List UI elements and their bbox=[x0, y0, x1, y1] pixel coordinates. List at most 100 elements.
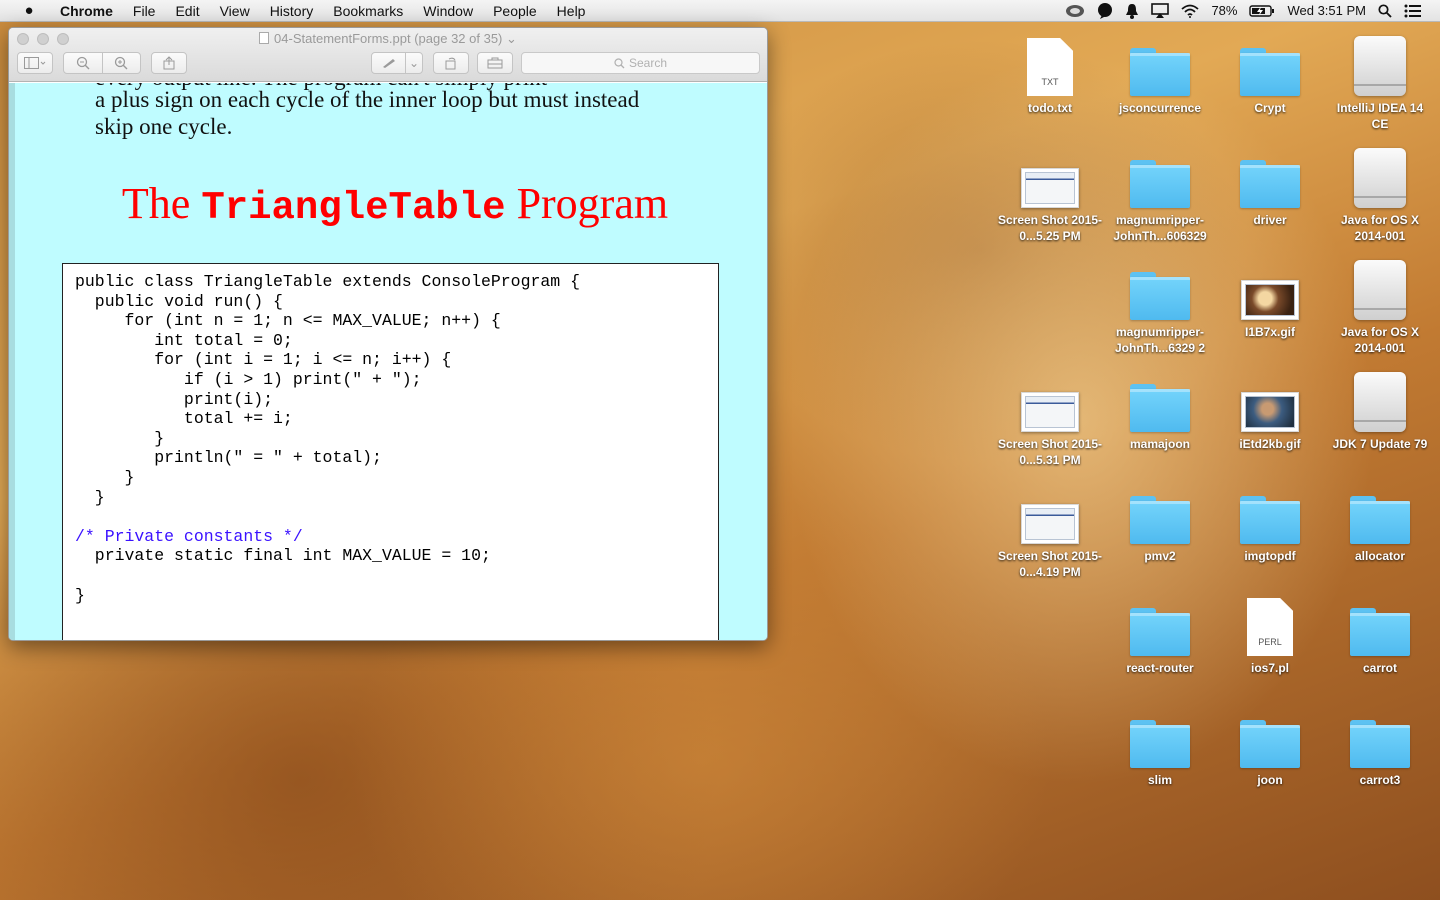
desktop-icon[interactable]: carrot bbox=[1327, 588, 1433, 676]
rotate-icon bbox=[445, 57, 456, 70]
pen-icon bbox=[372, 57, 405, 69]
menu-history[interactable]: History bbox=[260, 0, 324, 22]
desktop-icon[interactable]: Screen Shot 2015-0...4.19 PM bbox=[997, 476, 1103, 580]
code-line: } bbox=[75, 467, 135, 487]
creative-cloud-icon[interactable] bbox=[1059, 0, 1091, 22]
airplay-display-icon[interactable] bbox=[1145, 0, 1175, 22]
code-listing: public class TriangleTable extends Conso… bbox=[75, 272, 580, 605]
desktop-icon[interactable]: jsconcurrence bbox=[1107, 28, 1213, 116]
desktop-icon[interactable]: react-router bbox=[1107, 588, 1213, 676]
zoom-out-icon[interactable] bbox=[64, 56, 102, 70]
notifications-bell-icon[interactable] bbox=[1119, 0, 1145, 22]
folder-icon bbox=[1107, 140, 1213, 208]
sidebar-icon bbox=[24, 57, 46, 69]
slide-body-text: every output line. The program can't sim… bbox=[95, 83, 735, 140]
code-line: private static final int MAX_VALUE = 10; bbox=[75, 546, 491, 566]
desktop-icon-label: Crypt bbox=[1254, 101, 1286, 115]
desktop-icon[interactable]: joon bbox=[1217, 700, 1323, 788]
search-icon bbox=[614, 57, 625, 68]
desktop-icon[interactable]: Screen Shot 2015-0...5.25 PM bbox=[997, 140, 1103, 244]
desktop-icon-label: joon bbox=[1257, 773, 1283, 787]
code-line: for (int i = 1; i <= n; i++) { bbox=[75, 350, 452, 370]
code-line: total += i; bbox=[75, 409, 293, 429]
battery-charging-icon[interactable] bbox=[1243, 0, 1281, 22]
desktop-icon[interactable]: magnumripper-JohnTh...6329 2 bbox=[1107, 252, 1213, 356]
desktop-icon[interactable]: Java for OS X 2014-001 bbox=[1327, 140, 1433, 244]
desktop-icon[interactable]: Java for OS X 2014-001 bbox=[1327, 252, 1433, 356]
desktop-icon[interactable]: PERL ios7.pl bbox=[1217, 588, 1323, 676]
desktop-icon[interactable]: slim bbox=[1107, 700, 1213, 788]
wifi-icon[interactable] bbox=[1175, 0, 1205, 22]
screenshot-icon bbox=[997, 140, 1103, 208]
spotlight-search-icon[interactable] bbox=[1372, 0, 1398, 22]
window-titlebar[interactable]: 04-StatementForms.ppt (page 32 of 35) ⌄ bbox=[9, 28, 767, 82]
share-button[interactable] bbox=[151, 52, 187, 74]
menu-file[interactable]: File bbox=[123, 0, 166, 22]
desktop-icon-label: Screen Shot 2015-0...5.31 PM bbox=[997, 437, 1103, 467]
markup-button[interactable]: ⌄ bbox=[371, 52, 423, 74]
slide-heading-prefix: The bbox=[121, 179, 202, 228]
menu-app-chrome[interactable]: Chrome bbox=[50, 0, 123, 22]
toolbox-button[interactable] bbox=[477, 52, 513, 74]
menu-help[interactable]: Help bbox=[547, 0, 596, 22]
search-field[interactable]: Search bbox=[521, 52, 760, 74]
chevron-down-icon[interactable]: ⌄ bbox=[406, 56, 422, 70]
desktop-icon[interactable]: iEtd2kb.gif bbox=[1217, 364, 1323, 452]
menu-bar: ● Chrome File Edit View History Bookmark… bbox=[0, 0, 1440, 22]
slide-text-line-2: skip one cycle. bbox=[95, 114, 233, 139]
desktop-icon-label: ios7.pl bbox=[1250, 661, 1289, 675]
desktop-icon[interactable]: carrot3 bbox=[1327, 700, 1433, 788]
folder-icon bbox=[1107, 364, 1213, 432]
desktop-icon[interactable]: TXT todo.txt bbox=[997, 28, 1103, 116]
toolbox-icon bbox=[487, 57, 503, 69]
desktop-icon[interactable]: Screen Shot 2015-0...5.31 PM bbox=[997, 364, 1103, 468]
desktop-icon[interactable]: magnumripper-JohnTh...606329 bbox=[1107, 140, 1213, 244]
desktop-icon[interactable]: IntelliJ IDEA 14 CE bbox=[1327, 28, 1433, 132]
rotate-button[interactable] bbox=[433, 52, 469, 74]
messages-bubble-icon[interactable] bbox=[1091, 0, 1119, 22]
desktop-icon-label: allocator bbox=[1354, 549, 1405, 563]
folder-icon bbox=[1327, 588, 1433, 656]
desktop-icon[interactable]: JDK 7 Update 79 bbox=[1327, 364, 1433, 452]
desktop-icon[interactable]: mamajoon bbox=[1107, 364, 1213, 452]
toolbar: ⌄ Search bbox=[9, 52, 767, 76]
desktop-icon-label: slim bbox=[1147, 773, 1172, 787]
menu-bookmarks[interactable]: Bookmarks bbox=[323, 0, 413, 22]
notification-center-icon[interactable] bbox=[1398, 0, 1428, 22]
menu-window[interactable]: Window bbox=[413, 0, 483, 22]
code-line: public void run() { bbox=[75, 291, 283, 311]
desktop-icon[interactable]: I1B7x.gif bbox=[1217, 252, 1323, 340]
desktop-icon-label: I1B7x.gif bbox=[1244, 325, 1295, 339]
screenshot-icon bbox=[997, 476, 1103, 544]
desktop-icon-label: IntelliJ IDEA 14 CE bbox=[1336, 101, 1424, 131]
clock[interactable]: Wed 3:51 PM bbox=[1281, 0, 1372, 22]
perl-file-icon: PERL bbox=[1217, 588, 1323, 656]
code-comment: /* Private constants */ bbox=[75, 526, 303, 546]
code-line: public class TriangleTable extends Conso… bbox=[75, 272, 580, 291]
slide-heading: The TriangleTable Program bbox=[15, 178, 767, 230]
slide-page: every output line. The program can't sim… bbox=[9, 83, 767, 640]
folder-icon bbox=[1107, 252, 1213, 320]
desktop-icon-label: Screen Shot 2015-0...5.25 PM bbox=[997, 213, 1103, 243]
menu-people[interactable]: People bbox=[483, 0, 547, 22]
slide-text-cut-line: every output line. The program can't sim… bbox=[95, 83, 547, 91]
menu-edit[interactable]: Edit bbox=[165, 0, 209, 22]
sidebar-toggle-button[interactable] bbox=[17, 52, 53, 74]
desktop-icon-label: magnumripper-JohnTh...606329 bbox=[1113, 213, 1207, 243]
desktop-icon-label: magnumripper-JohnTh...6329 2 bbox=[1114, 325, 1206, 355]
disk-image-icon bbox=[1327, 28, 1433, 96]
folder-icon bbox=[1107, 700, 1213, 768]
title-chevron-icon[interactable]: ⌄ bbox=[506, 31, 517, 46]
desktop-icon-label: mamajoon bbox=[1129, 437, 1190, 451]
desktop-icon[interactable]: driver bbox=[1217, 140, 1323, 228]
desktop-icon[interactable]: pmv2 bbox=[1107, 476, 1213, 564]
desktop-icon[interactable]: imgtopdf bbox=[1217, 476, 1323, 564]
desktop-icon-label: carrot bbox=[1362, 661, 1397, 675]
zoom-in-icon[interactable] bbox=[103, 56, 141, 70]
menu-view[interactable]: View bbox=[210, 0, 260, 22]
desktop-icon[interactable]: allocator bbox=[1327, 476, 1433, 564]
folder-icon bbox=[1327, 700, 1433, 768]
apple-menu-icon[interactable]: ● bbox=[18, 2, 40, 19]
desktop-icon[interactable]: Crypt bbox=[1217, 28, 1323, 116]
screenshot-icon bbox=[997, 364, 1103, 432]
